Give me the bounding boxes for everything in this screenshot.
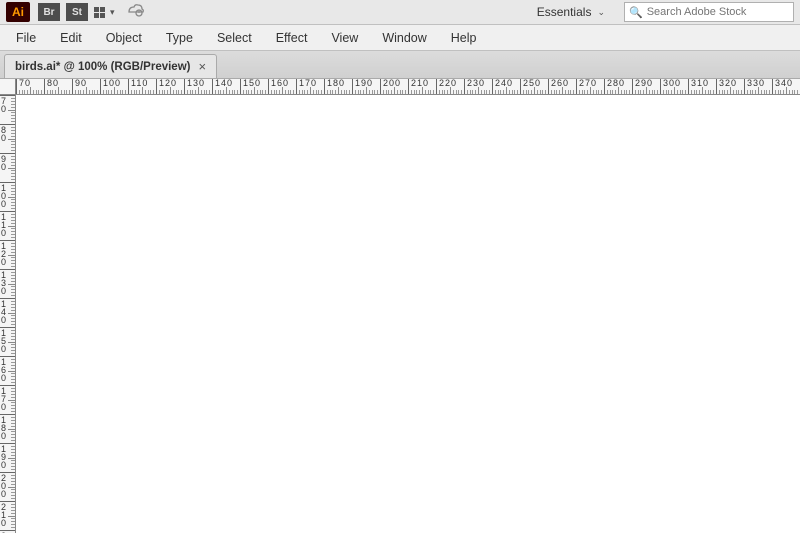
chevron-down-icon: ▾ (110, 7, 115, 18)
stock-search[interactable]: 🔍 (624, 2, 794, 22)
horizontal-ruler[interactable]: 7080901001101201301401501601701801902002… (16, 79, 800, 95)
workspace-label: Essentials (537, 5, 592, 19)
document-tab-strip: birds.ai* @ 100% (RGB/Preview) × (0, 51, 800, 79)
vertical-ruler[interactable]: 7 08 09 01 0 01 1 01 2 01 3 01 4 01 5 01… (0, 95, 16, 533)
ruler-origin[interactable] (0, 79, 16, 95)
app-logo-icon: Ai (6, 2, 30, 22)
stock-icon[interactable]: St (66, 3, 88, 21)
menu-view[interactable]: View (319, 27, 370, 49)
stock-search-input[interactable] (647, 6, 789, 18)
canvas[interactable] (16, 95, 800, 533)
search-icon: 🔍 (629, 6, 643, 19)
menu-file[interactable]: File (4, 27, 48, 49)
close-icon[interactable]: × (198, 59, 206, 74)
arrange-documents-icon[interactable]: ▾ (94, 7, 125, 18)
workspace-switcher[interactable]: Essentials ⌄ (526, 1, 616, 23)
menu-edit[interactable]: Edit (48, 27, 94, 49)
document-tab[interactable]: birds.ai* @ 100% (RGB/Preview) × (4, 54, 217, 78)
menu-select[interactable]: Select (205, 27, 264, 49)
menu-bar: File Edit Object Type Select Effect View… (0, 25, 800, 51)
menu-window[interactable]: Window (370, 27, 438, 49)
menu-object[interactable]: Object (94, 27, 154, 49)
bridge-icon[interactable]: Br (38, 3, 60, 21)
document-tab-title: birds.ai* @ 100% (RGB/Preview) (15, 61, 190, 73)
menu-effect[interactable]: Effect (264, 27, 320, 49)
document-area: 7080901001101201301401501601701801902002… (0, 79, 800, 533)
menu-help[interactable]: Help (439, 27, 489, 49)
menu-type[interactable]: Type (154, 27, 205, 49)
title-bar: Ai Br St ▾ Essentials ⌄ 🔍 (0, 0, 800, 25)
chevron-down-icon: ⌄ (597, 7, 605, 18)
sync-settings-icon[interactable] (125, 2, 145, 23)
